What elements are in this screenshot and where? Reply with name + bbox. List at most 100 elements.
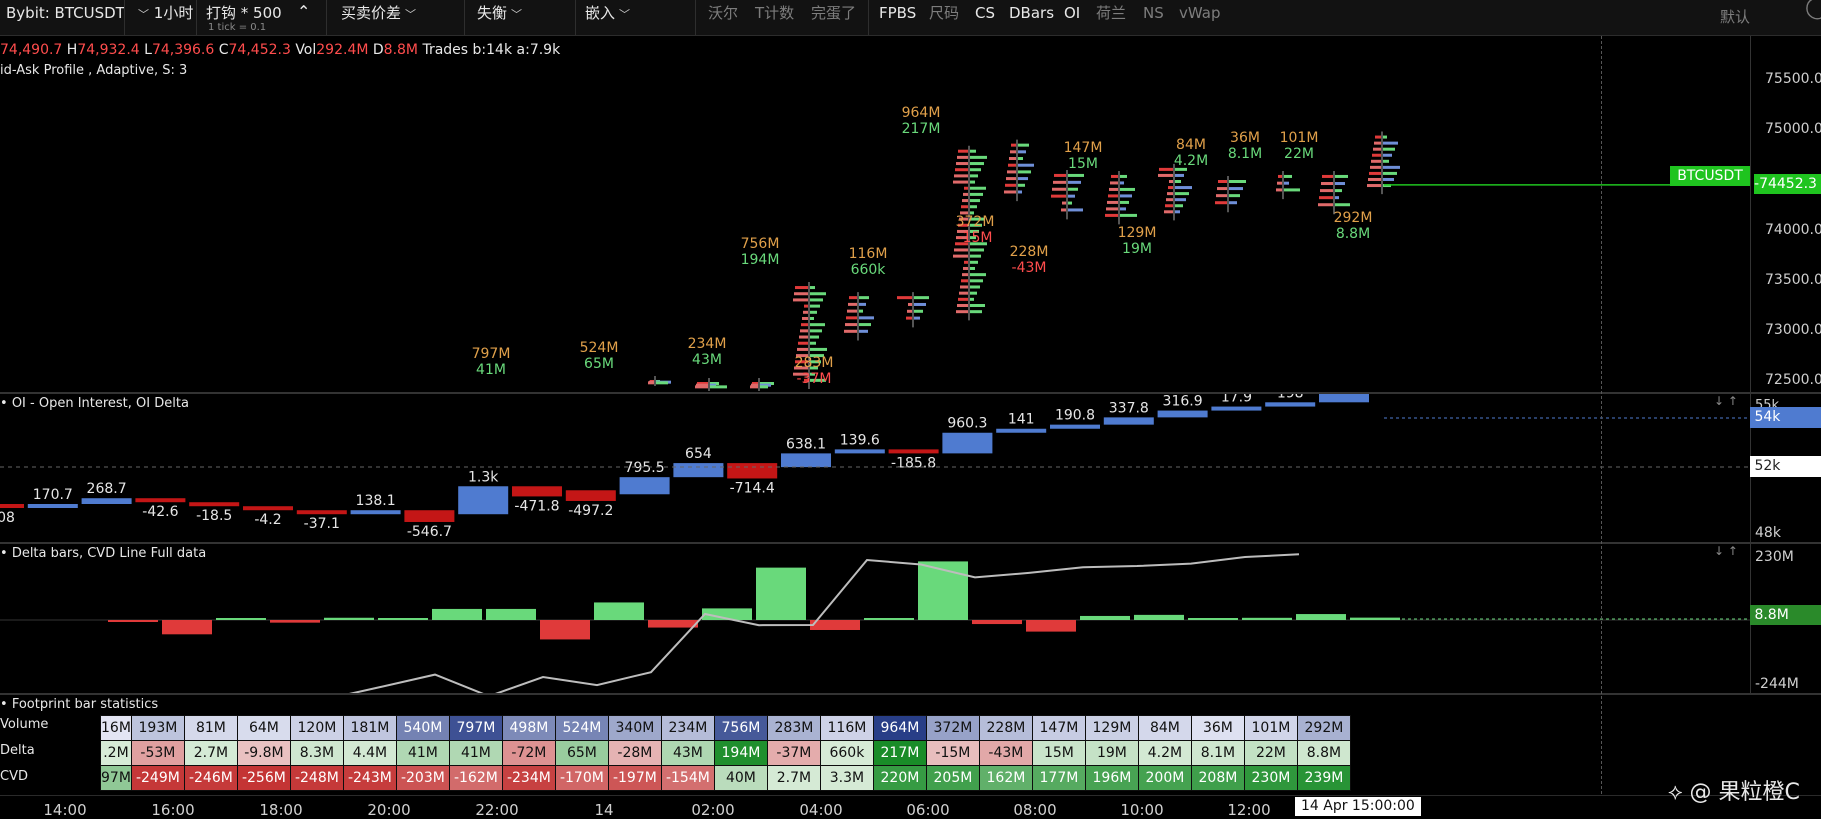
imbalance-dropdown[interactable]: 失衡 ﹀ [477, 0, 522, 35]
footprint-bid-row [970, 254, 981, 258]
netherlands-toggle[interactable]: 荷兰 [1096, 0, 1126, 35]
footprint-ask-row [1218, 180, 1227, 183]
stats-cell: 129M [1084, 715, 1139, 741]
footprint-ask-row [906, 316, 912, 320]
spread-mode-dropdown[interactable]: 买卖价差 ﹀ [341, 0, 416, 35]
footprint-volume-label: 797M [471, 346, 511, 362]
footprint-volume-label: 147M [1063, 140, 1103, 156]
oi-delta-chart[interactable]: -108 170.7 268.7 -42.6 -18.5 -4.2 -37.1 138.1 -5… [0, 394, 1750, 542]
footprint-delta-label: 41M [476, 362, 506, 378]
stats-cell: 162M [978, 765, 1033, 791]
price-axis[interactable] [1750, 36, 1821, 392]
stats-cell: 217M [872, 740, 927, 766]
ruler-toggle[interactable]: 尺码 [929, 0, 959, 35]
cs-toggle[interactable]: CS [975, 0, 995, 35]
footprint-bid-row [1175, 198, 1186, 202]
symbol-selector[interactable]: Bybit: BTCUSDT [6, 0, 125, 35]
interval-selector[interactable]: ﹀ 1小时 [134, 0, 193, 35]
footprint-chart[interactable] [0, 36, 1750, 392]
price-pane[interactable]: 74,490.7 H74,932.4 L74,396.6 C74,452.3 V… [0, 36, 1750, 392]
time-tick: 02:00 [691, 801, 735, 819]
footprint-ask-row [797, 347, 808, 351]
layout-default-button[interactable]: 默认 [1720, 4, 1750, 39]
delta-bar [1080, 615, 1130, 620]
footprint-ask-row [801, 323, 808, 327]
time-tick: 14:00 [43, 801, 87, 819]
ns-toggle[interactable]: NS [1143, 0, 1164, 35]
footprint-ask-row [846, 316, 857, 320]
cvd-axis-tick: 230M [1755, 549, 1794, 565]
oi-delta-label: 316.9 [1163, 394, 1203, 410]
oi-delta-label: -497.2 [568, 503, 613, 519]
time-tick: 22:00 [475, 801, 519, 819]
price-tick: 72500.0 [1765, 372, 1821, 388]
dbars-toggle[interactable]: DBars [1009, 0, 1054, 35]
delta-cvd-chart[interactable] [0, 544, 1750, 693]
stats-cell: -234M [501, 765, 556, 791]
stats-cell: -246M [183, 765, 238, 791]
toolbar-divider [575, 0, 576, 35]
footprint-ask-row [1217, 187, 1227, 191]
footprint-bid-row [1120, 174, 1127, 178]
walls-toggle[interactable]: 沃尔 [708, 0, 738, 35]
open-interest-pane[interactable]: • OI - Open Interest, OI Delta ↓ ↑ -1081… [0, 394, 1750, 542]
footprint-bid-row [810, 323, 825, 327]
delta-bar [432, 608, 482, 620]
footprint-bid-row [1120, 200, 1129, 204]
stats-cell: 193M [130, 715, 185, 741]
fpbs-toggle[interactable]: FPBS [879, 0, 916, 35]
footprint-bar-label: 101M 22M [1280, 130, 1319, 162]
oi-delta-label: -108 [0, 510, 15, 526]
footprint-ask-row [956, 310, 968, 314]
footprint-bid-row [970, 168, 981, 172]
footprint-delta-label: 22M [1284, 146, 1314, 162]
footprint-bid-row [810, 335, 819, 339]
oi-delta-bar [243, 506, 293, 511]
footprint-ask-row [848, 302, 857, 306]
vwap-toggle[interactable]: vWap [1179, 0, 1220, 35]
footprint-bid-row [810, 310, 817, 314]
footprint-ask-row [1053, 180, 1066, 184]
circle-icon[interactable]: ◯ [1805, 0, 1821, 29]
oi-delta-label: -4.2 [254, 512, 281, 528]
stats-row-delta: .2M -53M 2.7M -9.8M 8.3M 4.4M 41M 41M -72M 65M -28… [100, 740, 1351, 766]
tick-stepper[interactable]: ⌃ [297, 0, 310, 35]
delta-bar [270, 620, 320, 623]
footprint-ask-row [845, 323, 857, 327]
footprint-volume-label: 964M [901, 105, 941, 121]
finished-toggle[interactable]: 完蛋了 [811, 0, 856, 35]
stats-cell: -243M [342, 765, 397, 791]
stats-cell: 36M [1190, 715, 1245, 741]
tick-count-toggle[interactable]: T计数 [755, 0, 794, 35]
footprint-bid-row [810, 304, 820, 308]
embed-dropdown[interactable]: 嵌入 ﹀ [585, 0, 630, 35]
delta-cvd-pane[interactable]: • Delta bars, CVD Line Full data ↓ ↑ [0, 544, 1750, 693]
footprint-bid-row [914, 309, 923, 313]
stats-cell: 4.4M [342, 740, 397, 766]
oi-delta-bar [0, 504, 24, 508]
tick-note: 1 tick = 0.1 [208, 22, 267, 33]
footprint-bid-row [1284, 188, 1300, 192]
footprint-ask-row [1216, 194, 1227, 198]
footprint-bid-row [1335, 196, 1339, 200]
footprint-ask-row [958, 149, 968, 153]
delta-bar [1134, 614, 1184, 620]
footprint-delta-label: 4.2M [1173, 153, 1209, 169]
oi-delta-bar [834, 449, 885, 454]
footprint-ask-row [844, 329, 857, 333]
oi-toggle[interactable]: OI [1064, 0, 1080, 35]
oi-delta-label: -185.8 [891, 455, 936, 471]
footprint-bid-row [656, 381, 668, 385]
time-tick: 14 [594, 801, 614, 819]
stats-pane-title: Footprint bar statistics [11, 697, 159, 712]
watermark-text: @ 果粒橙C [1689, 780, 1800, 805]
footprint-bid-row [970, 180, 975, 184]
chevron-down-icon: ﹀ [511, 8, 523, 21]
footprint-ask-row [1009, 157, 1016, 161]
stats-cell: -256M [236, 765, 291, 791]
stats-cell: 964M [872, 715, 927, 741]
stats-cell: 756M [713, 715, 768, 741]
oi-delta-bar [1211, 406, 1262, 411]
footprint-bid-row [1284, 174, 1292, 178]
last-price-value: 74452.3 [1759, 176, 1817, 192]
